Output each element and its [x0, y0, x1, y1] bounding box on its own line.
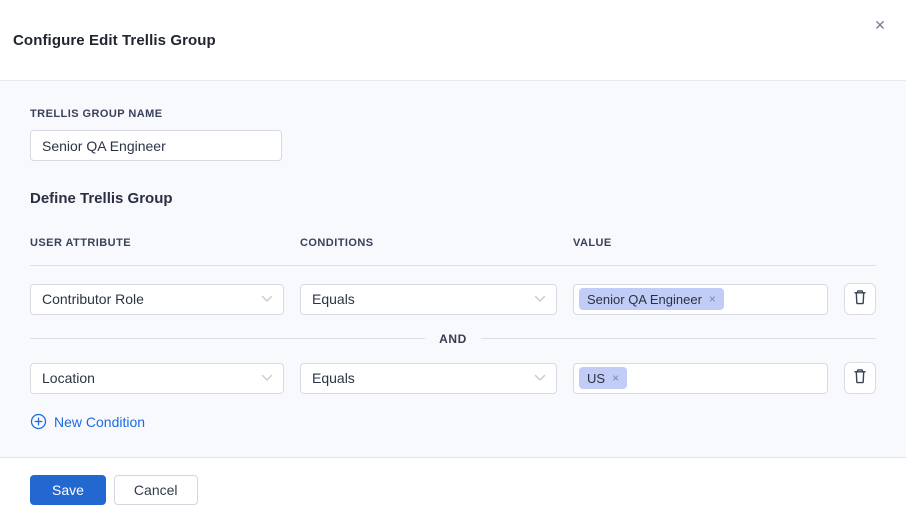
- value-tag-label: US: [587, 371, 605, 386]
- value-tag-label: Senior QA Engineer: [587, 292, 702, 307]
- modal-body: TRELLIS GROUP NAME Define Trellis Group …: [0, 81, 906, 458]
- condition-select-1-value: Equals: [312, 291, 355, 307]
- divider-line: [481, 338, 876, 339]
- condition-column-headers: USER ATTRIBUTE CONDITIONS VALUE: [30, 237, 876, 249]
- column-header-user-attribute: USER ATTRIBUTE: [30, 237, 284, 249]
- attribute-select-1[interactable]: Contributor Role: [30, 284, 284, 315]
- attribute-select-1-value: Contributor Role: [42, 291, 144, 307]
- configure-trellis-group-modal: Configure Edit Trellis Group ✕ TRELLIS G…: [0, 0, 906, 521]
- new-condition-label: New Condition: [54, 414, 145, 430]
- column-header-value: VALUE: [573, 237, 828, 249]
- condition-row-2: Location Equals US ×: [30, 362, 876, 394]
- value-input-2[interactable]: US ×: [573, 363, 828, 394]
- condition-row-1: Contributor Role Equals Senior QA Engine…: [30, 283, 876, 315]
- value-tag: Senior QA Engineer ×: [579, 288, 724, 310]
- chevron-down-icon: [534, 374, 546, 382]
- divider-line: [30, 338, 425, 339]
- cancel-button[interactable]: Cancel: [114, 475, 198, 505]
- group-name-label: TRELLIS GROUP NAME: [30, 108, 876, 120]
- chevron-down-icon: [261, 295, 273, 303]
- section-heading: Define Trellis Group: [30, 190, 876, 207]
- and-operator-label: AND: [439, 332, 467, 346]
- tag-remove-icon[interactable]: ×: [612, 371, 619, 385]
- condition-select-1[interactable]: Equals: [300, 284, 557, 315]
- modal-footer: Save Cancel: [0, 458, 906, 521]
- attribute-select-2-value: Location: [42, 370, 95, 386]
- tag-remove-icon[interactable]: ×: [709, 292, 716, 306]
- trash-icon: [852, 368, 868, 388]
- group-name-input[interactable]: [30, 130, 282, 161]
- trash-icon: [852, 289, 868, 309]
- modal-title: Configure Edit Trellis Group: [13, 32, 216, 49]
- save-button[interactable]: Save: [30, 475, 106, 505]
- column-header-divider: [30, 265, 876, 266]
- condition-select-2-value: Equals: [312, 370, 355, 386]
- value-tag: US ×: [579, 367, 627, 389]
- plus-circle-icon: [30, 413, 47, 430]
- value-input-1[interactable]: Senior QA Engineer ×: [573, 284, 828, 315]
- attribute-select-2[interactable]: Location: [30, 363, 284, 394]
- close-icon[interactable]: ✕: [869, 14, 891, 36]
- delete-condition-button-2[interactable]: [844, 362, 876, 394]
- and-operator-divider: AND: [30, 315, 876, 362]
- delete-condition-button-1[interactable]: [844, 283, 876, 315]
- chevron-down-icon: [534, 295, 546, 303]
- modal-header: Configure Edit Trellis Group ✕: [0, 0, 906, 81]
- new-condition-button[interactable]: New Condition: [30, 413, 145, 430]
- column-header-conditions: CONDITIONS: [300, 237, 557, 249]
- chevron-down-icon: [261, 374, 273, 382]
- condition-select-2[interactable]: Equals: [300, 363, 557, 394]
